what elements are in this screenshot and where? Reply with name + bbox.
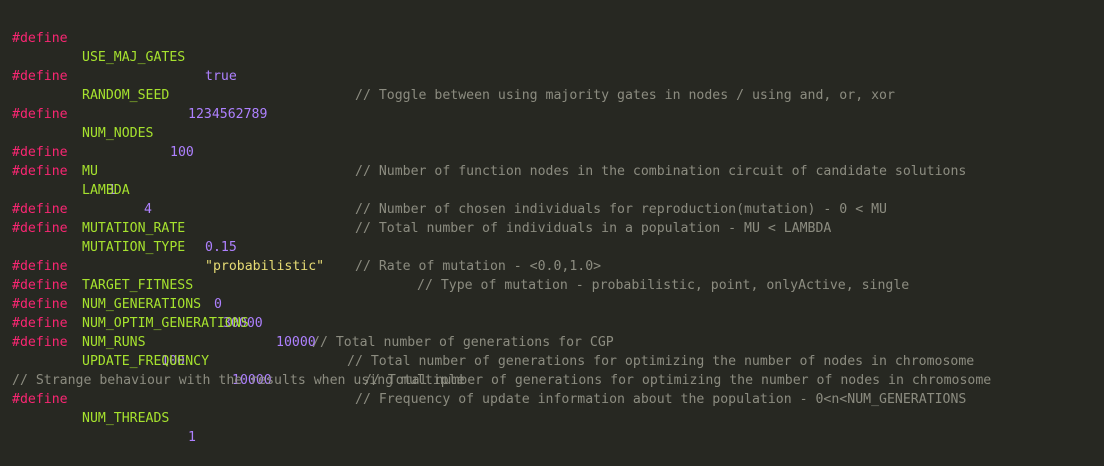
code-line: #define MUTATION_RATE 0.15 // Rate of mu…: [0, 181, 1104, 274]
code-line: #define LAMBDA 4 // Total number of indi…: [0, 143, 1104, 236]
macro-name: NUM_THREADS: [82, 411, 170, 426]
code-editor[interactable]: #define USE_MAJ_GATES true // Toggle bet…: [0, 0, 1104, 445]
code-line: #define NUM_NODES 100 // Number of funct…: [0, 86, 1104, 179]
define-keyword: #define: [12, 392, 68, 407]
code-line: #define UPDATE_FREQUENCY 10000 // Freque…: [0, 314, 1104, 407]
code-line: #define TARGET_FITNESS 0: [0, 238, 1104, 312]
code-line: #define MU 1 // Number of chosen individ…: [0, 124, 1104, 217]
code-line: #define MUTATION_TYPE "probabilistic" //…: [0, 200, 1104, 293]
code-line: #define NUM_RUNS 100 // Total number of …: [0, 295, 1104, 388]
code-line: #define NUM_THREADS 1: [0, 371, 1104, 445]
code-line: #define USE_MAJ_GATES true // Toggle bet…: [0, 10, 1104, 103]
macro-value: 1: [188, 430, 196, 445]
code-line: // Strange behaviour with the results wh…: [0, 352, 1104, 388]
code-line: #define NUM_GENERATIONS 30000 // Total n…: [0, 257, 1104, 350]
code-line: #define RANDOM_SEED 1234562789: [0, 48, 1104, 122]
code-comment: // Frequency of update information about…: [355, 392, 967, 407]
code-line: #define NUM_OPTIM_GENERATIONS 10000 // T…: [0, 276, 1104, 369]
